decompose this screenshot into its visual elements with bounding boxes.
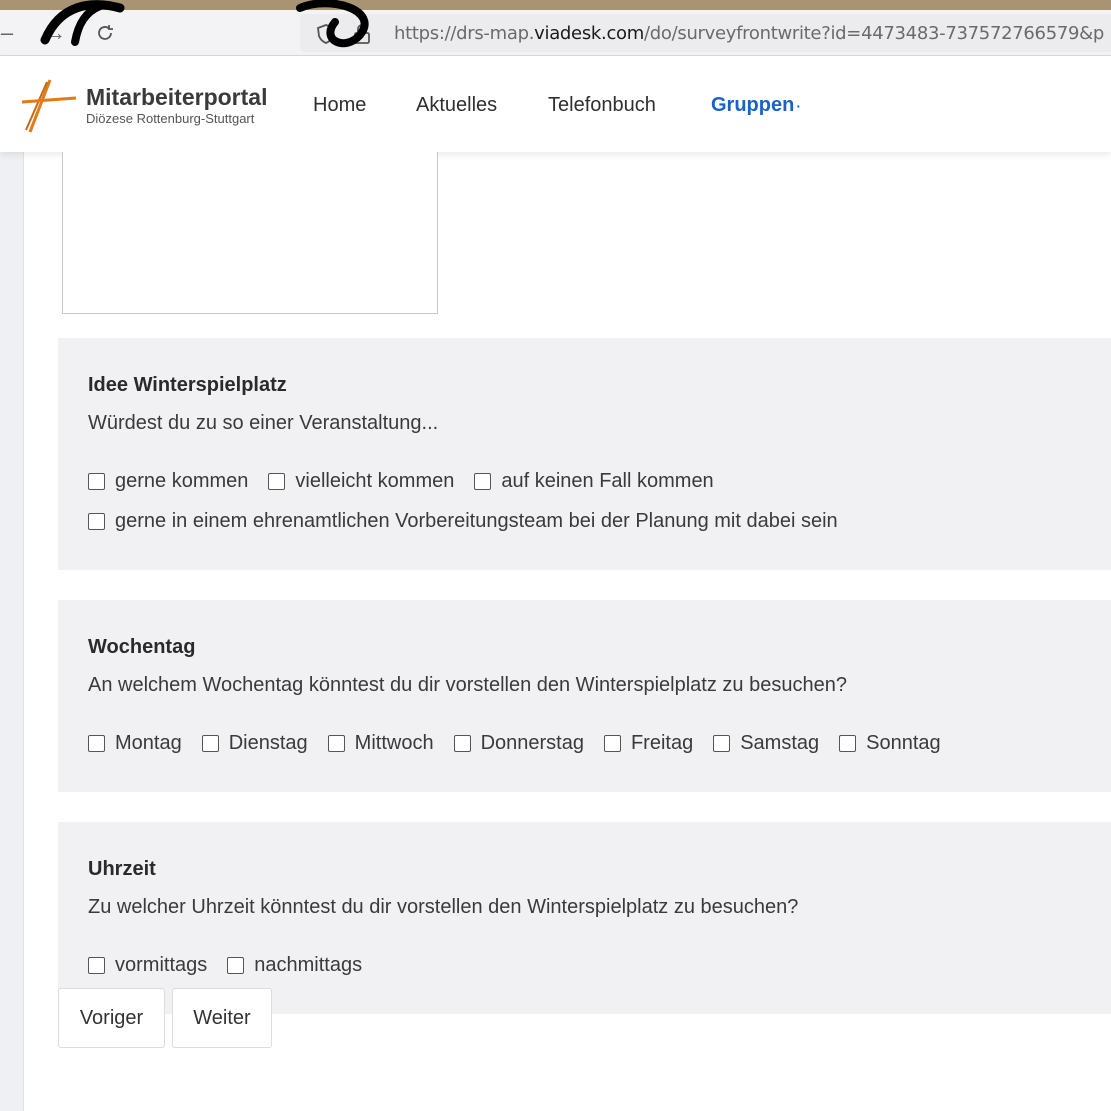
page-content: Mitarbeiterportal Diözese Rottenburg-Stu… — [0, 56, 1111, 1111]
option-donnerstag[interactable]: Donnerstag — [453, 732, 584, 755]
shield-icon[interactable] — [316, 23, 336, 45]
option-vielleicht-kommen[interactable]: vielleicht kommen — [268, 470, 454, 493]
option-samstag[interactable]: Samstag — [713, 732, 819, 755]
question-section-idee: Idee Winterspielplatz Würdest du zu so e… — [58, 338, 1111, 570]
next-button[interactable]: Weiter — [172, 988, 272, 1048]
nav-gruppen[interactable]: Gruppen · — [711, 94, 801, 117]
checkbox[interactable] — [88, 513, 105, 530]
logo-subtitle: Diözese Rottenburg-Stuttgart — [86, 111, 255, 126]
lock-icon[interactable] — [352, 23, 372, 45]
nav-telefonbuch[interactable]: Telefonbuch — [548, 94, 656, 117]
forward-icon[interactable]: → — [40, 18, 70, 48]
checkbox[interactable] — [88, 473, 105, 490]
checkbox[interactable] — [201, 735, 219, 752]
checkbox[interactable] — [713, 735, 731, 752]
site-header: Mitarbeiterportal Diözese Rottenburg-Stu… — [0, 56, 1111, 152]
previous-button[interactable]: Voriger — [58, 988, 165, 1048]
checkbox[interactable] — [88, 957, 105, 974]
section-title: Idee Winterspielplatz — [88, 374, 287, 396]
section-question: An welchem Wochentag könntest du dir vor… — [88, 674, 847, 696]
option-dienstag[interactable]: Dienstag — [201, 732, 308, 755]
question-section-uhrzeit: Uhrzeit Zu welcher Uhrzeit könntest du d… — [58, 822, 1111, 1014]
options-row: Montag Dienstag Mittwoch Donnerstag Frei… — [88, 732, 961, 755]
options-row: gerne kommen vielleicht kommen auf keine… — [88, 470, 734, 493]
option-mittwoch[interactable]: Mittwoch — [327, 732, 434, 755]
logo-title[interactable]: Mitarbeiterportal — [86, 84, 267, 111]
section-title: Uhrzeit — [88, 858, 156, 880]
checkbox[interactable] — [88, 735, 105, 752]
option-auf-keinen-fall[interactable]: auf keinen Fall kommen — [474, 470, 714, 493]
checkbox[interactable] — [227, 957, 245, 974]
option-sonntag[interactable]: Sonntag — [839, 732, 941, 755]
option-gerne-kommen[interactable]: gerne kommen — [88, 470, 248, 493]
cross-logo-icon[interactable] — [20, 78, 78, 134]
checkbox[interactable] — [474, 473, 492, 490]
option-freitag[interactable]: Freitag — [603, 732, 693, 755]
previous-answer-textarea[interactable] — [62, 152, 438, 314]
browser-toolbar: – → https://drs-map.viadesk.com/do/surve… — [0, 10, 1111, 56]
checkbox[interactable] — [603, 735, 621, 752]
section-question: Zu welcher Uhrzeit könntest du dir vorst… — [88, 896, 799, 918]
nav-aktuelles[interactable]: Aktuelles — [416, 94, 497, 117]
checkbox[interactable] — [839, 735, 857, 752]
option-vorbereitungsteam[interactable]: gerne in einem ehrenamtlichen Vorbereitu… — [88, 510, 838, 533]
nav-home[interactable]: Home — [313, 94, 366, 117]
url-text[interactable]: https://drs-map.viadesk.com/do/surveyfro… — [394, 23, 1104, 44]
left-rail — [0, 152, 24, 1111]
option-nachmittags[interactable]: nachmittags — [227, 954, 362, 977]
section-title: Wochentag — [88, 636, 196, 658]
checkbox[interactable] — [268, 473, 286, 490]
question-section-wochentag: Wochentag An welchem Wochentag könntest … — [58, 600, 1111, 792]
dropdown-indicator-icon: · — [796, 98, 802, 114]
option-vormittags[interactable]: vormittags — [88, 954, 207, 977]
checkbox[interactable] — [327, 735, 345, 752]
options-row: vormittags nachmittags — [88, 954, 382, 977]
section-question: Würdest du zu so einer Veranstaltung... — [88, 412, 439, 434]
options-row: gerne in einem ehrenamtlichen Vorbereitu… — [88, 510, 858, 533]
address-bar[interactable]: https://drs-map.viadesk.com/do/surveyfro… — [300, 14, 1111, 52]
reload-icon[interactable] — [90, 18, 120, 48]
back-icon[interactable]: – — [0, 18, 22, 48]
option-montag[interactable]: Montag — [88, 732, 182, 755]
checkbox[interactable] — [453, 735, 471, 752]
